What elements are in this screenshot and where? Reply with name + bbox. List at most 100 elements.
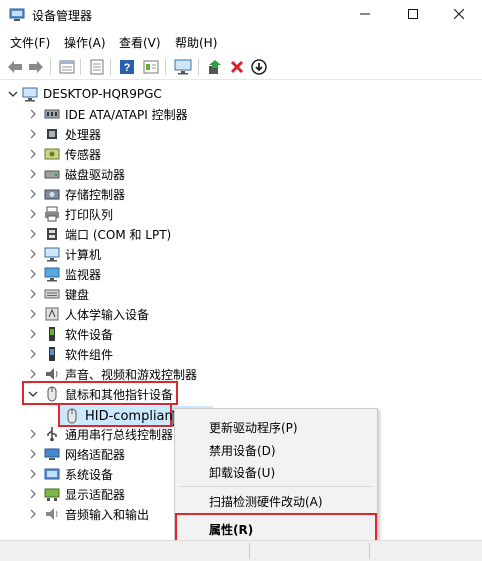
tree-category-item[interactable]: 计算机 bbox=[44, 244, 101, 264]
chevron-right-icon[interactable] bbox=[28, 349, 38, 359]
tree-category-item[interactable]: 存储控制器 bbox=[44, 184, 125, 204]
tree-category-item[interactable]: 打印队列 bbox=[44, 204, 113, 224]
tree-category-label: 软件设备 bbox=[65, 327, 114, 342]
computer-icon bbox=[44, 247, 60, 262]
uninstall-icon[interactable] bbox=[228, 58, 246, 76]
tree-category-item[interactable]: 软件组件 bbox=[44, 344, 113, 364]
svg-text:?: ? bbox=[124, 62, 131, 74]
disk-drive-icon bbox=[44, 170, 60, 179]
chevron-right-icon[interactable] bbox=[28, 369, 38, 379]
tree-category-item[interactable]: IDE ATA/ATAPI 控制器 bbox=[44, 104, 188, 124]
tree-category-item[interactable]: 系统设备 bbox=[44, 464, 113, 484]
mouse-icon bbox=[67, 408, 77, 424]
title-bar: 设备管理器 bbox=[0, 0, 482, 30]
view-icon[interactable] bbox=[142, 58, 160, 76]
tree-category-item[interactable]: 监视器 bbox=[44, 264, 101, 284]
tree-category-item[interactable]: 处理器 bbox=[44, 124, 101, 144]
tree-category-label: 网络适配器 bbox=[65, 447, 126, 462]
chevron-right-icon[interactable] bbox=[28, 229, 38, 239]
tree-category-item[interactable]: 软件设备 bbox=[44, 324, 113, 344]
tree-category-item[interactable]: 显示适配器 bbox=[44, 484, 125, 504]
tree-category-item[interactable]: 端口 (COM 和 LPT) bbox=[44, 224, 171, 244]
chevron-right-icon[interactable] bbox=[28, 189, 38, 199]
tree-category-label: 声音、视频和游戏控制器 bbox=[65, 367, 198, 382]
tree-item-hid-label: HID-compliant bbox=[85, 408, 178, 424]
system-device-icon bbox=[44, 468, 60, 480]
sound-icon bbox=[46, 368, 58, 380]
tree-category-label: 存储控制器 bbox=[65, 187, 126, 202]
device-manager-icon bbox=[9, 8, 25, 21]
menu-file[interactable]: 文件(F) bbox=[10, 34, 50, 51]
maximize-button[interactable] bbox=[390, 0, 436, 30]
chevron-right-icon[interactable] bbox=[28, 449, 38, 459]
chevron-right-icon[interactable] bbox=[28, 429, 38, 439]
processor-icon bbox=[47, 129, 57, 139]
help-icon[interactable]: ? bbox=[118, 58, 136, 76]
tree-category-label: 人体学输入设备 bbox=[65, 307, 150, 322]
mouse-category-highlight bbox=[22, 381, 178, 405]
tree-category-label: 处理器 bbox=[65, 127, 102, 142]
tree-item-hid-compliant[interactable]: HID-compliant bbox=[64, 406, 178, 426]
download-icon[interactable] bbox=[250, 58, 268, 76]
chevron-down-icon[interactable] bbox=[8, 89, 18, 99]
chevron-right-icon[interactable] bbox=[28, 469, 38, 479]
back-arrow-icon[interactable] bbox=[6, 58, 24, 76]
hid-icon bbox=[45, 307, 59, 321]
chevron-right-icon[interactable] bbox=[28, 129, 38, 139]
tree-category-label: 计算机 bbox=[65, 247, 102, 262]
chevron-right-icon[interactable] bbox=[28, 329, 38, 339]
software-component-icon bbox=[49, 347, 55, 361]
tree-category-label: 传感器 bbox=[65, 147, 102, 162]
tree-category-item[interactable]: 通用串行总线控制器 bbox=[44, 424, 173, 444]
chevron-right-icon[interactable] bbox=[28, 289, 38, 299]
menu-help[interactable]: 帮助(H) bbox=[175, 34, 217, 51]
menu-bar: 文件(F) 操作(A) 查看(V) 帮助(H) bbox=[0, 30, 482, 52]
tree-category-item[interactable]: 键盘 bbox=[44, 284, 89, 304]
menu-separator bbox=[179, 486, 373, 487]
chevron-right-icon[interactable] bbox=[28, 169, 38, 179]
tree-category-item[interactable]: 网络适配器 bbox=[44, 444, 125, 464]
tree-category-item[interactable]: 人体学输入设备 bbox=[44, 304, 149, 324]
menu-uninstall-device[interactable]: 卸载设备(U) bbox=[209, 464, 275, 481]
storage-controller-icon bbox=[44, 189, 60, 200]
refresh-icon[interactable] bbox=[88, 58, 106, 76]
menu-properties[interactable]: 属性(R) bbox=[209, 521, 253, 538]
chevron-right-icon[interactable] bbox=[28, 109, 38, 119]
menu-disable-device[interactable]: 禁用设备(D) bbox=[209, 442, 276, 459]
tree-category-item[interactable]: 传感器 bbox=[44, 144, 101, 164]
tree-category-item[interactable]: 音频输入和输出 bbox=[44, 504, 149, 524]
minimize-button[interactable] bbox=[342, 0, 388, 30]
menu-action[interactable]: 操作(A) bbox=[64, 34, 106, 51]
close-button[interactable] bbox=[436, 0, 482, 30]
properties-icon[interactable] bbox=[58, 58, 76, 76]
menu-update-driver[interactable]: 更新驱动程序(P) bbox=[209, 419, 298, 436]
tree-root[interactable]: DESKTOP-HQR9PGC bbox=[22, 84, 162, 104]
chevron-right-icon[interactable] bbox=[28, 249, 38, 259]
keyboard-icon bbox=[44, 289, 60, 299]
menu-view[interactable]: 查看(V) bbox=[119, 34, 161, 51]
chevron-right-icon[interactable] bbox=[28, 489, 38, 499]
chevron-right-icon[interactable] bbox=[28, 269, 38, 279]
ide-controller-icon bbox=[44, 109, 60, 119]
tree-root-label: DESKTOP-HQR9PGC bbox=[43, 87, 162, 101]
update-driver-icon[interactable] bbox=[206, 58, 224, 76]
window-title: 设备管理器 bbox=[32, 9, 93, 23]
forward-arrow-icon[interactable] bbox=[27, 58, 45, 76]
chevron-right-icon[interactable] bbox=[28, 209, 38, 219]
monitor-icon[interactable] bbox=[174, 58, 192, 76]
audio-icon bbox=[46, 508, 58, 520]
tree-category-item[interactable]: 磁盘驱动器 bbox=[44, 164, 125, 184]
sensor-icon bbox=[44, 148, 60, 160]
toolbar: ? bbox=[0, 54, 482, 80]
chevron-right-icon[interactable] bbox=[28, 149, 38, 159]
tree-category-label: 端口 (COM 和 LPT) bbox=[65, 227, 172, 242]
tree-category-label: 通用串行总线控制器 bbox=[65, 427, 174, 442]
context-menu: 更新驱动程序(P) 禁用设备(D) 卸载设备(U) 扫描检测硬件改动(A) 属性… bbox=[174, 408, 378, 548]
chevron-right-icon[interactable] bbox=[28, 509, 38, 519]
status-cell bbox=[0, 543, 250, 559]
chevron-right-icon[interactable] bbox=[28, 309, 38, 319]
menu-scan-hardware[interactable]: 扫描检测硬件改动(A) bbox=[209, 493, 323, 510]
tree-category-label: 键盘 bbox=[65, 287, 90, 302]
tree-category-label: 显示适配器 bbox=[65, 487, 126, 502]
tree-category-label: 监视器 bbox=[65, 267, 102, 282]
